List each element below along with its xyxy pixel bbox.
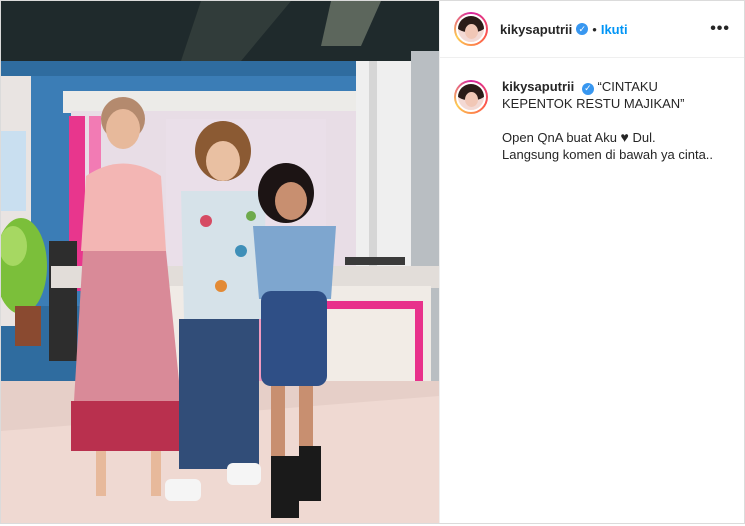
caption-line-1-end: Dul. (632, 130, 656, 145)
caption-text: kikysaputrii ✓ “CINTAKU KEPENTOK RESTU M… (502, 78, 730, 163)
more-options-icon[interactable]: ••• (710, 20, 730, 38)
instagram-post: kikysaputrii ✓ • Ikuti ••• kikysaputrii … (0, 0, 745, 524)
black-heart-icon: ♥ (620, 129, 629, 145)
avatar-image (456, 14, 486, 44)
caption-line-1-start: Open QnA buat Aku (502, 130, 617, 145)
caption-avatar[interactable] (454, 80, 488, 114)
avatar[interactable] (454, 12, 488, 46)
post-photo[interactable] (1, 1, 439, 523)
follow-button[interactable]: Ikuti (601, 22, 628, 37)
username-link[interactable]: kikysaputrii (500, 22, 572, 37)
caption-username[interactable]: kikysaputrii (502, 79, 574, 94)
caption-line-2: Langsung komen di bawah ya cinta.. (502, 147, 714, 162)
verified-badge-icon: ✓ (576, 23, 589, 35)
avatar-image (456, 82, 486, 112)
caption: kikysaputrii ✓ “CINTAKU KEPENTOK RESTU M… (440, 58, 744, 163)
post-side-panel: kikysaputrii ✓ • Ikuti ••• kikysaputrii … (439, 1, 744, 523)
separator-dot: • (592, 21, 597, 37)
post-header: kikysaputrii ✓ • Ikuti ••• (440, 1, 744, 58)
photo-scene (1, 1, 439, 523)
verified-badge-icon: ✓ (581, 82, 594, 95)
